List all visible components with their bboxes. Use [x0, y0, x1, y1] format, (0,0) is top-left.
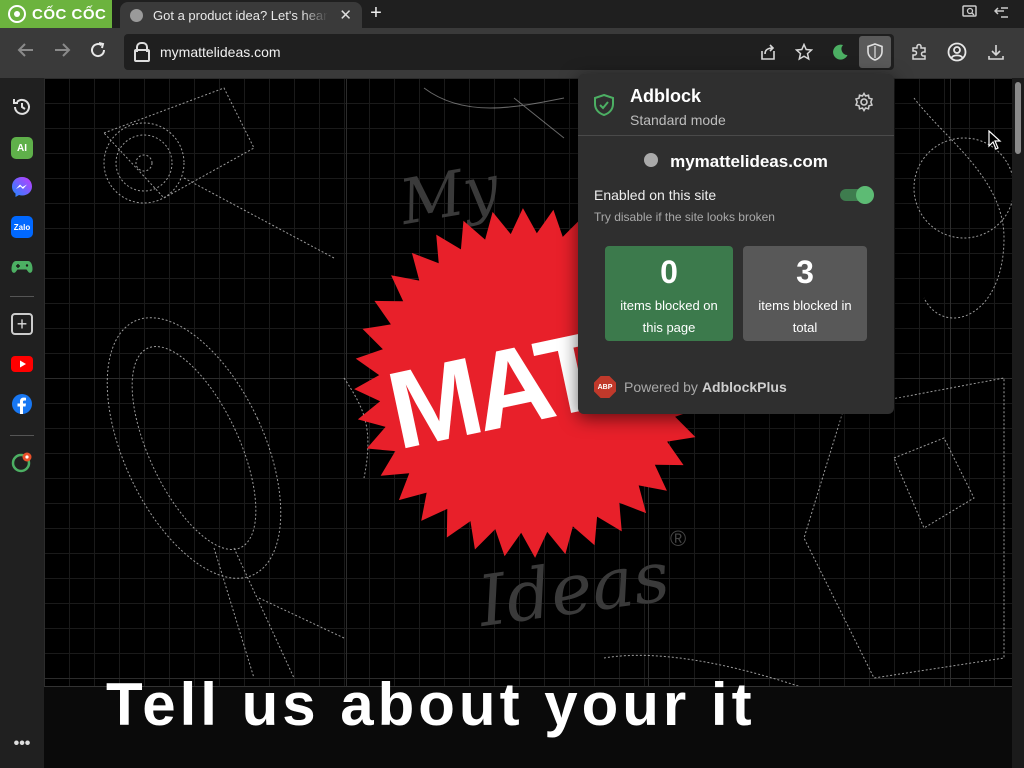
powered-by[interactable]: ABP Powered by AdblockPlus	[594, 376, 787, 398]
browser-window: CỐC CỐC Got a product idea? Let's hear i…	[0, 0, 1024, 768]
reload-icon[interactable]	[86, 41, 110, 65]
url-text[interactable]: mymattelideas.com	[160, 44, 281, 60]
messenger-icon[interactable]	[11, 176, 33, 198]
powered-by-brand: AdblockPlus	[701, 379, 787, 395]
powered-by-prefix: Powered by	[624, 379, 698, 395]
blocked-on-page-count: 0	[660, 254, 678, 290]
popup-mode: Standard mode	[630, 112, 726, 128]
blocked-total-card: 3 items blocked in total	[743, 246, 867, 341]
lock-icon[interactable]	[134, 42, 150, 62]
abp-logo-icon: ABP	[594, 376, 616, 398]
toggle-knob	[856, 186, 874, 204]
brand-label: CỐC CỐC	[32, 5, 107, 23]
sidebar-divider	[10, 296, 34, 297]
hero-heading: Tell us about your it	[106, 671, 756, 738]
puzzle-icon[interactable]	[903, 36, 935, 68]
coccoc-menu-button[interactable]: CỐC CỐC	[0, 0, 112, 28]
download-icon[interactable]	[980, 36, 1012, 68]
current-site: mymattelideas.com	[578, 152, 894, 172]
enable-toggle[interactable]	[840, 186, 876, 204]
scrollbar-thumb[interactable]	[1015, 82, 1021, 154]
sidebar-divider	[10, 435, 34, 436]
blocked-on-page-label: items blocked on this page	[620, 298, 718, 335]
youtube-icon[interactable]	[11, 353, 33, 375]
adblock-popup: Adblock Standard mode mymattelideas.com …	[578, 74, 894, 414]
tab-search-icon[interactable]	[962, 5, 978, 22]
shield-icon	[594, 93, 614, 117]
coccoc-logo-icon	[8, 5, 26, 23]
sidebar-toggle-icon[interactable]	[993, 5, 1010, 22]
enabled-label: Enabled on this site	[594, 187, 717, 203]
new-tab-button[interactable]: +	[366, 2, 386, 25]
adblock-shield-icon[interactable]	[859, 36, 891, 68]
share-icon[interactable]	[752, 36, 784, 68]
globe-icon	[130, 8, 143, 22]
site-domain: mymattelideas.com	[670, 152, 828, 171]
blocked-total-count: 3	[796, 254, 814, 290]
map-pin-icon[interactable]	[11, 451, 33, 473]
page-scrollbar[interactable]	[1012, 78, 1024, 768]
star-icon[interactable]	[788, 36, 820, 68]
moon-icon[interactable]	[824, 36, 856, 68]
sidebar: AI Zalo + •••	[0, 78, 44, 768]
blocked-total-label: items blocked in total	[758, 298, 852, 335]
popup-header: Adblock Standard mode	[578, 74, 894, 136]
ai-icon[interactable]: AI	[11, 137, 33, 159]
popup-title: Adblock	[630, 86, 702, 106]
tab-active[interactable]: Got a product idea? Let's hear it ✕	[120, 2, 362, 28]
globe-icon	[644, 153, 659, 167]
blocked-on-page-card: 0 items blocked on this page	[605, 246, 733, 341]
toolbar: mymattelideas.com	[0, 28, 1024, 78]
back-icon[interactable]	[14, 41, 38, 65]
account-icon[interactable]	[941, 36, 973, 68]
facebook-icon[interactable]	[11, 393, 33, 415]
history-icon[interactable]	[11, 96, 33, 118]
zalo-icon[interactable]: Zalo	[11, 216, 33, 238]
tab-title: Got a product idea? Let's hear it	[153, 7, 328, 23]
tabstrip-actions	[962, 5, 1010, 22]
tab-strip: CỐC CỐC Got a product idea? Let's hear i…	[0, 0, 1024, 28]
close-tab-icon[interactable]: ✕	[339, 6, 352, 24]
gear-icon[interactable]	[854, 92, 874, 118]
plus-icon[interactable]: +	[11, 313, 33, 335]
enabled-hint: Try disable if the site looks broken	[594, 210, 775, 224]
mouse-cursor-icon	[988, 130, 1002, 150]
forward-icon[interactable]	[50, 41, 74, 65]
game-icon[interactable]	[11, 256, 33, 278]
more-icon[interactable]: •••	[11, 733, 33, 755]
